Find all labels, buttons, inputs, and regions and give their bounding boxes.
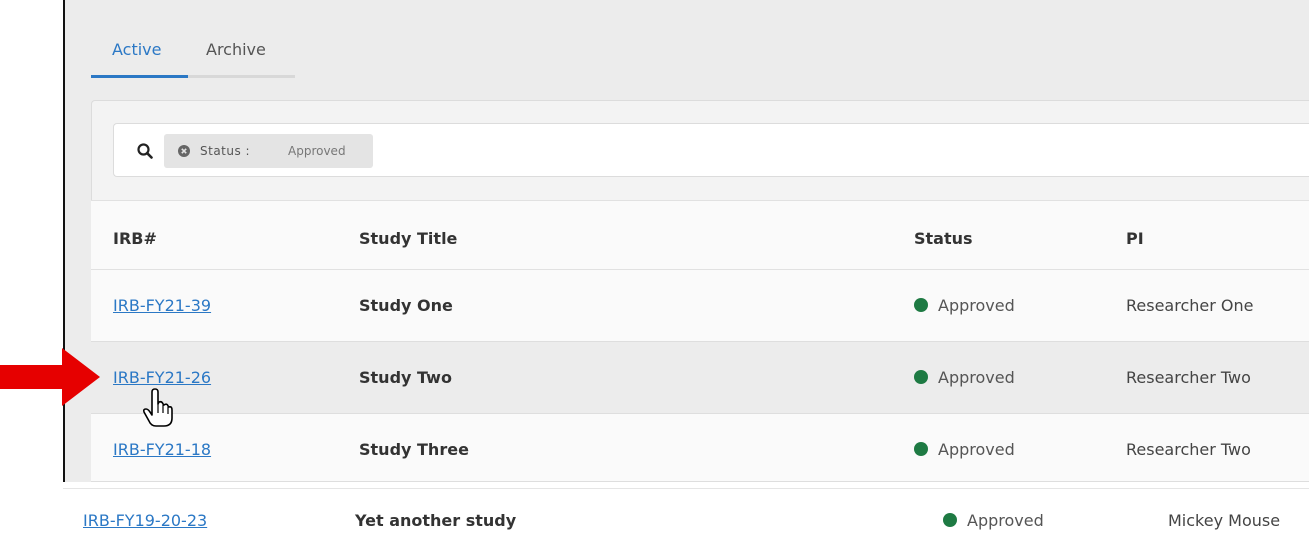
hand-cursor-icon	[142, 388, 173, 427]
filter-value: Approved	[288, 144, 346, 158]
filter-label: Status :	[200, 144, 251, 158]
status-dot-icon	[943, 513, 957, 527]
status-cell: Approved	[914, 296, 1015, 315]
remove-filter-icon[interactable]	[178, 145, 190, 157]
status-text: Approved	[938, 296, 1015, 315]
tab-archive[interactable]: Archive	[206, 40, 266, 59]
column-header-status[interactable]: Status	[914, 229, 973, 248]
irb-link[interactable]: IRB-FY21-39	[113, 296, 211, 315]
pi-name: Mickey Mouse	[1168, 511, 1281, 530]
status-text: Approved	[967, 511, 1044, 530]
study-title: Study Three	[359, 440, 469, 459]
study-title: Study One	[359, 296, 453, 315]
irb-link[interactable]: IRB-FY19-20-23	[83, 511, 207, 530]
irb-link[interactable]: IRB-FY21-18	[113, 440, 211, 459]
tab-underline	[91, 75, 295, 78]
status-text: Approved	[938, 440, 1015, 459]
status-dot-icon	[914, 370, 928, 384]
red-arrow-icon	[0, 348, 100, 406]
table-row[interactable]: IRB-FY21-39 Study One Approved Researche…	[91, 270, 1309, 342]
table-row[interactable]: IRB-FY21-26 Study Two Approved Researche…	[91, 342, 1309, 414]
study-title: Yet another study	[355, 511, 517, 530]
column-header-pi[interactable]: PI	[1126, 229, 1144, 248]
status-dot-icon	[914, 298, 928, 312]
search-icon[interactable]	[137, 143, 153, 159]
table-row[interactable]: IRB-FY19-20-23 Yet another study Approve…	[63, 488, 1309, 549]
table-header: IRB# Study Title Status PI	[91, 200, 1309, 270]
status-filter-chip: Status : Approved	[164, 134, 373, 168]
status-cell: Approved	[914, 440, 1015, 459]
pi-name: Researcher One	[1126, 296, 1254, 315]
column-header-study-title[interactable]: Study Title	[359, 229, 457, 248]
table-row[interactable]: IRB-FY21-18 Study Three Approved Researc…	[91, 414, 1309, 482]
status-cell: Approved	[943, 511, 1044, 530]
irb-link[interactable]: IRB-FY21-26	[113, 368, 211, 387]
status-text: Approved	[938, 368, 1015, 387]
study-title: Study Two	[359, 368, 452, 387]
status-cell: Approved	[914, 368, 1015, 387]
active-tab-indicator	[91, 75, 188, 78]
pi-name: Researcher Two	[1126, 440, 1251, 459]
status-dot-icon	[914, 442, 928, 456]
pi-name: Researcher Two	[1126, 368, 1251, 387]
tab-active[interactable]: Active	[112, 40, 162, 59]
column-header-irb[interactable]: IRB#	[113, 229, 157, 248]
